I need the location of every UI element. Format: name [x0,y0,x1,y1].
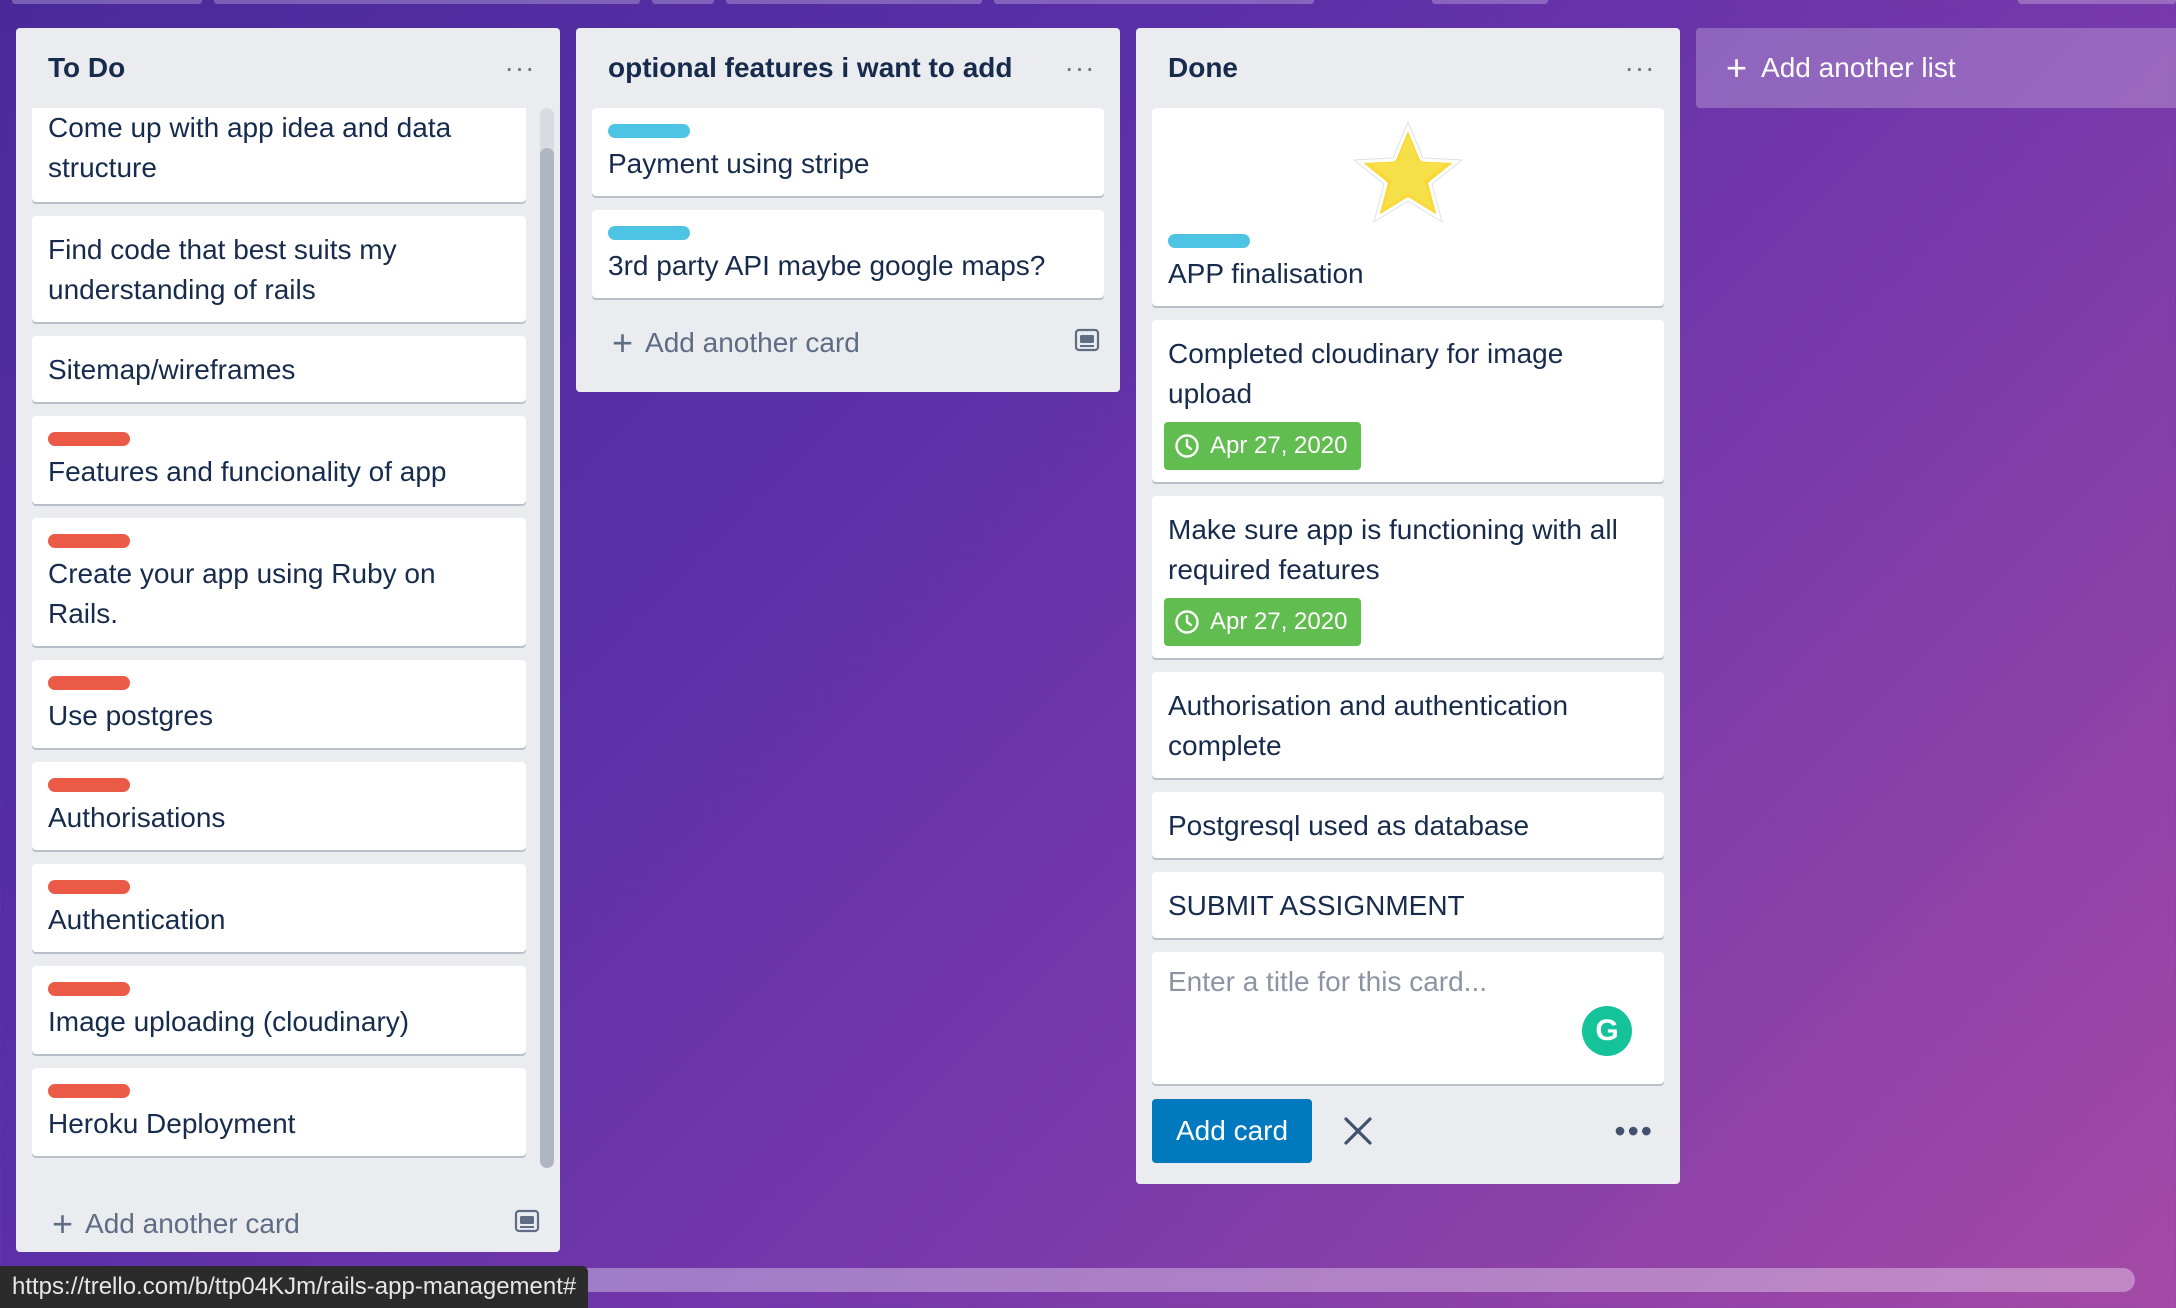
card[interactable]: Authentication [32,864,526,952]
add-card-label: Add another card [645,327,860,358]
card[interactable]: SUBMIT ASSIGNMENT [1152,872,1664,938]
card-title: SUBMIT ASSIGNMENT [1168,890,1465,921]
card-label-red[interactable] [48,1084,130,1098]
card-title: Find code that best suits my understandi… [48,234,397,305]
list-scrollbar-thumb[interactable] [540,148,554,1168]
clock-icon [1175,434,1199,458]
card-title: Use postgres [48,700,213,731]
board-horizontal-scrollbar[interactable] [560,1268,2135,1292]
list-done: Done ··· APP finalisation Completed clou… [1136,28,1680,1184]
star-sticker-icon [1350,118,1466,226]
add-list-button[interactable]: + Add another list [1696,28,2176,108]
add-card-label: Add another card [85,1208,300,1239]
card[interactable]: Find code that best suits my understandi… [32,216,526,322]
board-header-strip [0,0,2176,4]
list-title[interactable]: optional features i want to add [608,52,1060,84]
card[interactable]: Image uploading (cloudinary) [32,966,526,1054]
card[interactable]: Payment using stripe [592,108,1104,196]
card[interactable]: Postgresql used as database [1152,792,1664,858]
card[interactable]: Completed cloudinary for image upload Ap… [1152,320,1664,482]
card[interactable]: Features and funcionality of app [32,416,526,504]
card[interactable]: Use postgres [32,660,526,748]
list-menu-icon[interactable]: ··· [1060,48,1100,88]
list-optional-features: optional features i want to add ··· Paym… [576,28,1120,392]
card-title: Features and funcionality of app [48,456,447,487]
card[interactable]: Create your app using Ruby on Rails. [32,518,526,646]
card[interactable]: Sitemap/wireframes [32,336,526,402]
card-title: 3rd party API maybe google maps? [608,250,1046,281]
card-sticker [1168,116,1648,232]
add-card-button[interactable]: + Add another card [576,306,1120,380]
card-title: Completed cloudinary for image upload [1168,338,1564,409]
card-title: Sitemap/wireframes [48,354,296,385]
close-icon[interactable] [1336,1109,1380,1153]
card-label-red[interactable] [48,534,130,548]
list-title[interactable]: To Do [48,52,500,84]
card-title: Authorisation and authentication complet… [1168,690,1569,761]
card-template-icon[interactable] [514,1208,540,1241]
list-menu-icon[interactable]: ··· [1620,48,1660,88]
list-to-do: To Do ··· Come up with app idea and data… [16,28,560,1252]
add-card-button[interactable]: + Add another card [16,1196,560,1252]
card[interactable]: 3rd party API maybe google maps? [592,210,1104,298]
card-label-blue[interactable] [1168,234,1250,248]
card-title: Postgresql used as database [1168,810,1530,841]
add-list-label: Add another list [1761,52,1956,83]
clock-icon [1175,610,1199,634]
card-label-red[interactable] [48,880,130,894]
card-composer: G [1152,952,1664,1084]
card-label-red[interactable] [48,982,130,996]
plus-icon: + [612,322,634,363]
composer-controls: Add card ••• [1152,1098,1664,1164]
card[interactable]: Authorisation and authentication complet… [1152,672,1664,778]
list-scrollbar[interactable] [540,108,554,1168]
add-card-submit-button[interactable]: Add card [1152,1099,1313,1163]
list-header: Done ··· [1136,28,1680,108]
card-label-red[interactable] [48,778,130,792]
card-title: Authorisations [48,802,226,833]
list-header: To Do ··· [16,28,560,108]
plus-icon: + [52,1203,74,1244]
due-date-text: Apr 27, 2020 [1210,608,1348,635]
card-template-icon[interactable] [1074,327,1100,360]
card-title: Authentication [48,904,226,935]
card-label-red[interactable] [48,676,130,690]
card[interactable]: Make sure app is functioning with all re… [1152,496,1664,658]
card-label-blue[interactable] [608,226,690,240]
card[interactable]: Come up with app idea and data structure [32,108,526,202]
card[interactable]: Heroku Deployment [32,1068,526,1156]
card-title: Payment using stripe [608,148,870,179]
card-title: Come up with app idea and data structure [48,112,452,183]
grammarly-icon[interactable]: G [1582,1006,1632,1056]
list-title[interactable]: Done [1168,52,1620,84]
card[interactable]: APP finalisation [1152,108,1664,306]
browser-status-url: https://trello.com/b/ttp04KJm/rails-app-… [0,1266,589,1308]
card-title: Heroku Deployment [48,1108,296,1139]
due-date-text: Apr 27, 2020 [1210,432,1348,459]
more-options-icon[interactable]: ••• [1614,1113,1654,1150]
due-date-badge[interactable]: Apr 27, 2020 [1164,598,1362,646]
list-header: optional features i want to add ··· [576,28,1120,108]
due-date-badge[interactable]: Apr 27, 2020 [1164,422,1362,470]
list-menu-icon[interactable]: ··· [500,48,540,88]
plus-icon: + [1726,47,1748,88]
card[interactable]: Authorisations [32,762,526,850]
card-label-blue[interactable] [608,124,690,138]
card-title: Create your app using Ruby on Rails. [48,558,436,629]
card-label-red[interactable] [48,432,130,446]
card-title: Image uploading (cloudinary) [48,1006,410,1037]
card-title: Make sure app is functioning with all re… [1168,514,1618,585]
card-title: APP finalisation [1168,258,1364,289]
